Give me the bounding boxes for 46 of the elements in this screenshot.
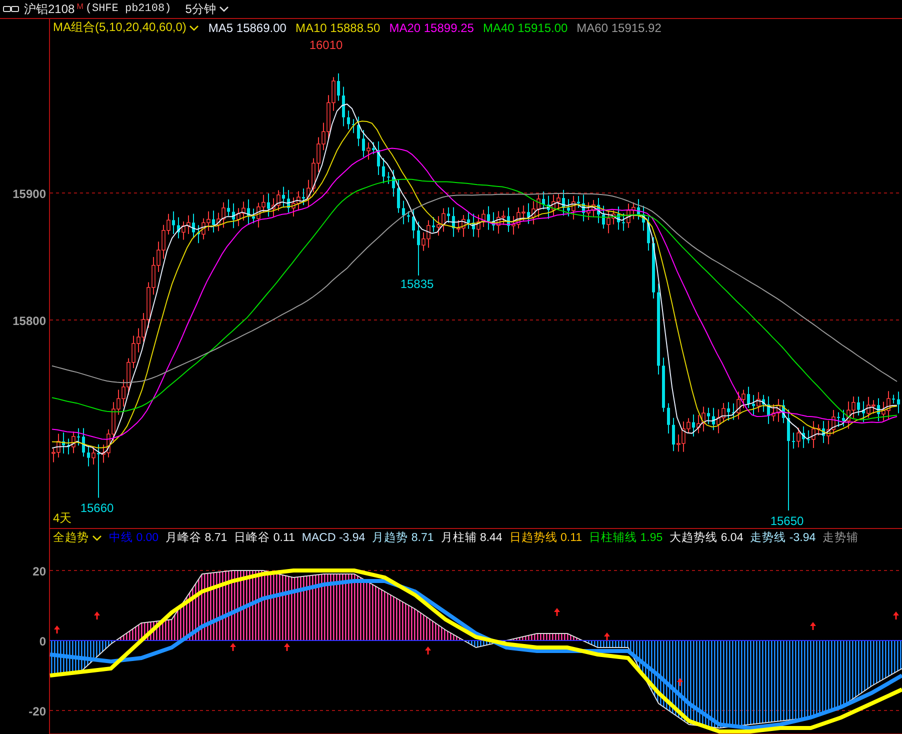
indicator-value: 日趋势线 0.11 (509, 530, 582, 545)
ma-value: MA40 15915.00 (482, 20, 568, 34)
price-axis-label: 15800 (12, 314, 46, 328)
indicator-value: 中线 0.00 (109, 530, 159, 545)
price-axis-label: 15900 (12, 187, 46, 201)
indicator-value: 月趋势 8.71 (372, 530, 434, 545)
indicator-value: 月峰谷 8.71 (166, 530, 228, 545)
indicator-dropdown[interactable]: 全趋势 (53, 530, 102, 545)
indicator-value: 月柱辅 8.44 (440, 530, 502, 545)
market-letter: M (76, 2, 84, 11)
chain-link-icon (3, 5, 19, 13)
up-arrow-icon (604, 632, 610, 640)
chevron-down-icon (189, 24, 200, 30)
ma-value: MA60 15915.92 (576, 20, 662, 34)
chevron-down-icon (92, 534, 102, 540)
ma-value: MA5 15869.00 (208, 20, 286, 34)
indicator-axis-label: 20 (32, 564, 46, 578)
indicator-value: 走势辅 (822, 530, 859, 545)
indicator-value: 日峰谷 0.11 (234, 530, 295, 545)
ma-value: MA20 15899.25 (389, 20, 474, 34)
indicator-value: 大趋势线 6.04 (670, 530, 744, 545)
up-arrow-icon (284, 643, 290, 651)
up-arrow-icon (94, 612, 100, 620)
price-extreme-label: 15660 (80, 501, 114, 515)
up-arrow-icon (554, 608, 560, 616)
ma-value: MA10 15888.50 (295, 20, 380, 34)
price-extreme-label: 15835 (400, 277, 434, 291)
up-arrow-icon (54, 626, 60, 634)
period-dropdown[interactable]: 5分钟 (185, 0, 229, 18)
indicator-value: 日柱辅线 1.95 (589, 530, 663, 545)
instrument-code: (SHFE pb2108) (85, 3, 172, 15)
ma-combo-dropdown[interactable]: MA组合(5,10,20,40,60,0) (53, 19, 200, 36)
price-extreme-label: 15650 (770, 514, 804, 528)
indicator-value: 走势线 -3.94 (750, 530, 816, 545)
up-arrow-icon (893, 612, 899, 620)
chevron-down-icon (218, 6, 229, 12)
instrument-name: 沪铝2108 (24, 0, 75, 18)
days-label: 4天 (53, 511, 72, 525)
indicator-axis-label: -20 (28, 704, 46, 718)
up-arrow-icon (810, 622, 816, 630)
up-arrow-icon (230, 643, 236, 651)
indicator-value: MACD -3.94 (302, 532, 366, 544)
up-arrow-icon (677, 678, 683, 686)
indicator-axis-label: 0 (39, 634, 46, 648)
price-extreme-label: 16010 (309, 38, 343, 52)
up-arrow-icon (425, 646, 431, 654)
